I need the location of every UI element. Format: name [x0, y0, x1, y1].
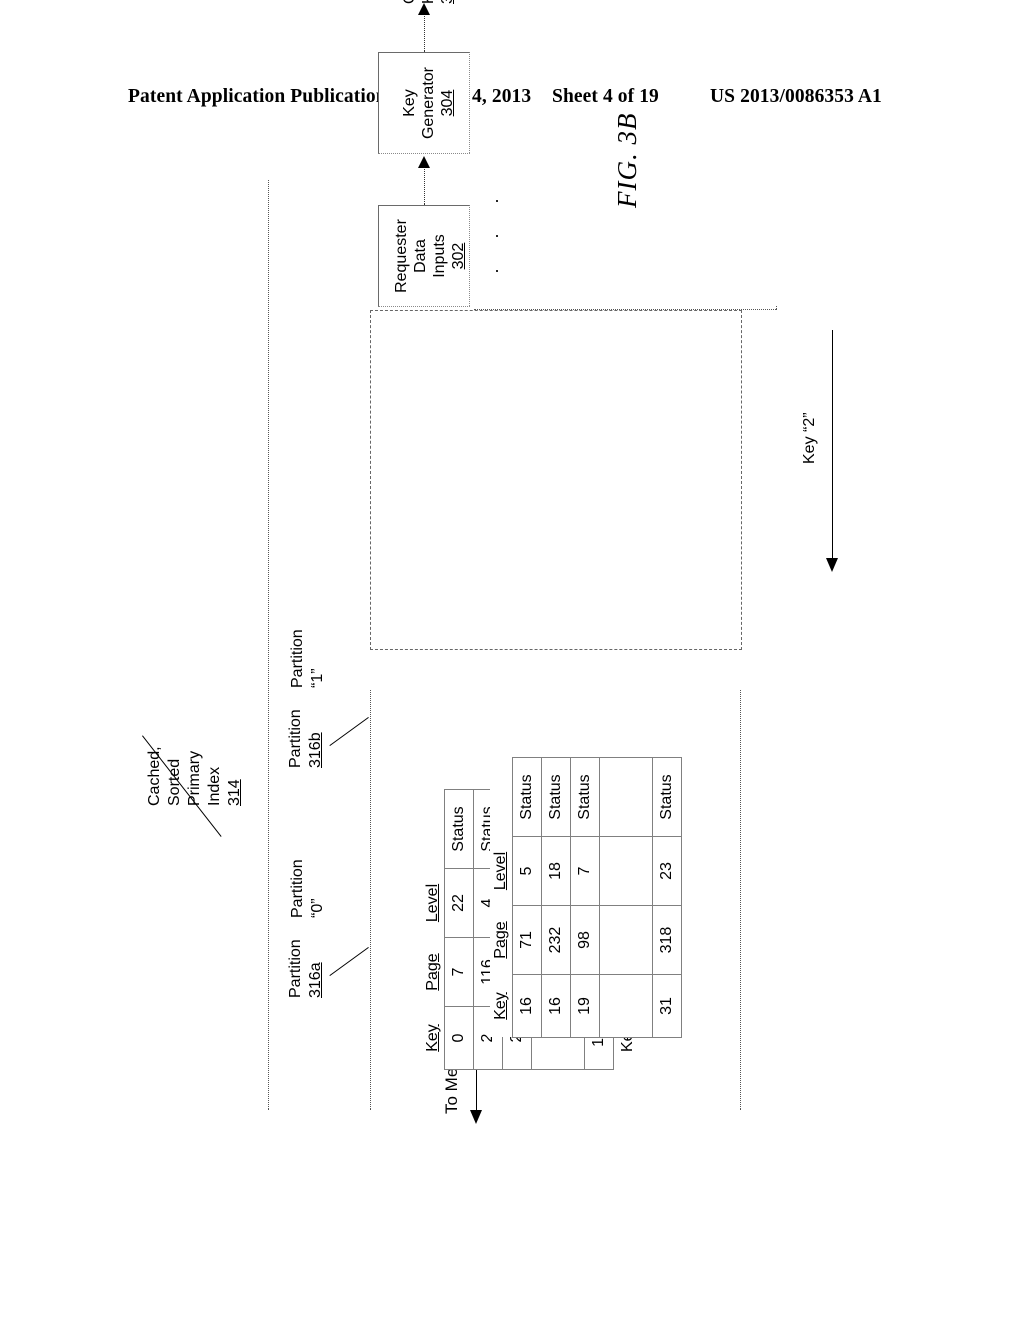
key-generator-ref: 304 [439, 89, 456, 117]
cell-level: 7 [570, 836, 600, 906]
cell-level: 23 [652, 836, 682, 906]
table-column-headers: Key Page Level [422, 789, 445, 1070]
partition-1-index-table: Key Page Level 16 71 5 Status 16 232 18 … [490, 757, 682, 1038]
cell-key: 31 [652, 974, 682, 1038]
keygen-to-querykey-arrow-shaft [424, 14, 425, 52]
partition-1-name-line1: Partition [289, 629, 306, 688]
requester-line2: Data [412, 239, 429, 273]
table-row: 16 232 18 Status [541, 757, 571, 1038]
query-key-ref: 306 [438, 0, 457, 4]
table-row: 16 71 5 Status [512, 757, 542, 1038]
cell-status: Status [444, 789, 474, 869]
cell-status: Status [652, 757, 682, 837]
cell-page: 98 [570, 905, 600, 975]
cell-level: 22 [444, 868, 474, 938]
cell-page: 232 [541, 905, 571, 975]
partition-316b-ref-label: Partition [287, 709, 304, 768]
partition-1-name-line2: “1” [309, 668, 326, 688]
cached-index-line1: Cached, [146, 746, 163, 806]
column-header-key: Key [490, 974, 513, 1038]
partition-316a-ref-label: Partition [287, 939, 304, 998]
partition-0-top-edge [370, 690, 371, 1110]
partition-1-container [370, 310, 742, 650]
cell-status: Status [541, 757, 571, 837]
cell-key: 16 [512, 974, 542, 1038]
cell-gap [599, 905, 653, 975]
cell-key: 19 [570, 974, 600, 1038]
cell-status: Status [512, 757, 542, 837]
table-row: 19 98 7 Status [570, 757, 600, 1038]
cell-page: 71 [512, 905, 542, 975]
cell-page: 318 [652, 905, 682, 975]
cached-index-line2: Sorted [166, 758, 183, 806]
cell-key: 0 [444, 1006, 474, 1070]
table-row: 31 318 23 Status [652, 757, 682, 1038]
partition-0-name-line1: Partition [289, 859, 306, 918]
partition-0-bottom-edge [740, 690, 741, 1110]
index-region-top-boundary [268, 180, 269, 1110]
flow-region-bottom-boundary [776, 306, 777, 310]
query-key-line1: Query [400, 0, 419, 4]
keygen-to-querykey-arrow-head [418, 3, 430, 15]
cell-level: 18 [541, 836, 571, 906]
key-generator-line2: Generator [420, 66, 437, 140]
table-row: 0 7 22 Status [444, 789, 474, 1070]
table-row-ellipsis [599, 757, 653, 1038]
requester-ref: 302 [450, 242, 467, 270]
figure-label: FIG. 3B [612, 112, 642, 208]
partition-316a-leader-line [329, 946, 369, 976]
column-header-level: Level [422, 868, 445, 938]
column-header-key: Key [422, 1006, 445, 1070]
requester-to-keygen-arrow-head [418, 156, 430, 168]
partition-316a-ref-number: 316a [307, 962, 324, 998]
cell-page: 7 [444, 937, 474, 1007]
cached-index-ref: 314 [226, 779, 243, 806]
cached-index-line4: Index [206, 766, 223, 806]
partition-316b-ref-number: 316b [307, 732, 324, 768]
cell-gap [599, 757, 653, 837]
column-header-page: Page [422, 937, 445, 1007]
column-header-status [490, 757, 513, 837]
requester-line3: Inputs [431, 234, 448, 278]
requester-to-keygen-arrow-shaft [424, 167, 425, 205]
column-header-level: Level [490, 836, 513, 906]
flow-region-right-boundary [474, 309, 776, 310]
table-column-headers: Key Page Level [490, 757, 513, 1038]
cell-status: Status [570, 757, 600, 837]
requester-line1: Requester [393, 219, 410, 293]
query-key-arrow-shaft [832, 330, 833, 560]
column-header-status [422, 789, 445, 869]
column-header-page: Page [490, 905, 513, 975]
partition-316b-leader-line [329, 716, 369, 746]
more-partitions-ellipsis: · · · [486, 186, 506, 274]
figure-3b-drawing: To Merge Logic From Partition “1” Page “… [0, 0, 1024, 1320]
query-key-line2: Key [419, 0, 438, 4]
cell-gap [599, 974, 653, 1038]
cached-index-line3: Primary [186, 750, 203, 806]
key-generator-line1: Key [401, 89, 418, 117]
cell-key: 16 [541, 974, 571, 1038]
query-key-arrow-head [826, 558, 838, 572]
cell-level: 5 [512, 836, 542, 906]
cell-gap [599, 836, 653, 906]
merge-logic-arrow-head [470, 1110, 482, 1124]
partition-0-name-line2: “0” [309, 898, 326, 918]
query-arrow-label: Key “2” [801, 412, 818, 464]
